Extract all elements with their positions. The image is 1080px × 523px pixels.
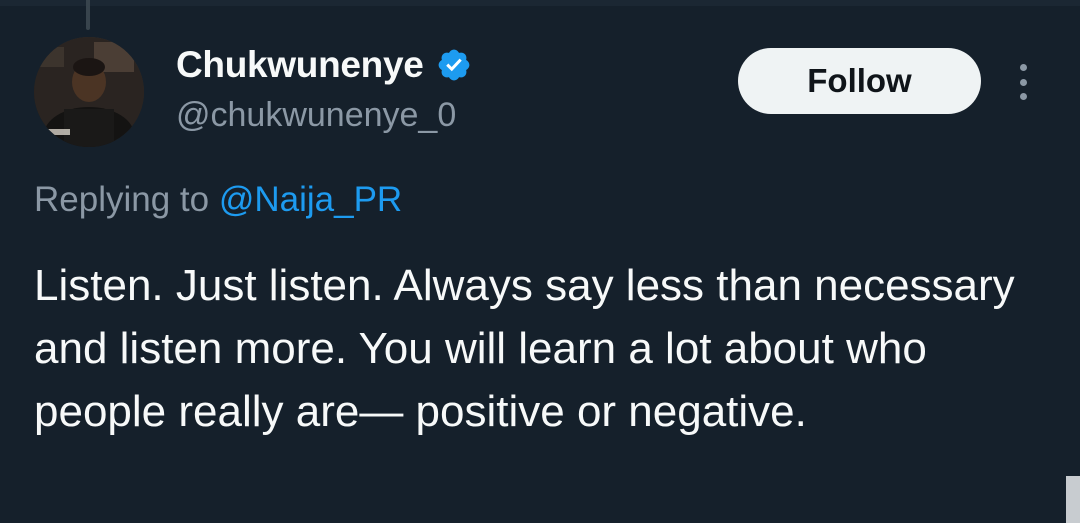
avatar-photo-icon [34, 37, 144, 147]
scrollbar-thumb[interactable] [1066, 476, 1080, 523]
author-handle[interactable]: @chukwunenye_0 [176, 96, 456, 135]
more-options-icon[interactable] [1012, 64, 1034, 100]
more-dot [1019, 64, 1027, 71]
avatar[interactable] [34, 37, 144, 147]
author-name-row: Chukwunenye [176, 44, 472, 86]
top-edge [0, 0, 1080, 6]
more-dot [1019, 93, 1027, 100]
more-dot [1019, 78, 1027, 86]
thread-connector-line [86, 0, 90, 30]
follow-button[interactable]: Follow [738, 48, 981, 114]
verified-badge-icon [436, 47, 472, 83]
replying-to-line: Replying to @Naija_PR [34, 180, 402, 220]
replying-to-handle-link[interactable]: @Naija_PR [219, 180, 402, 219]
replying-prefix: Replying to [34, 180, 219, 219]
tweet-text: Listen. Just listen. Always say less tha… [34, 261, 1015, 436]
author-display-name[interactable]: Chukwunenye [176, 44, 424, 86]
